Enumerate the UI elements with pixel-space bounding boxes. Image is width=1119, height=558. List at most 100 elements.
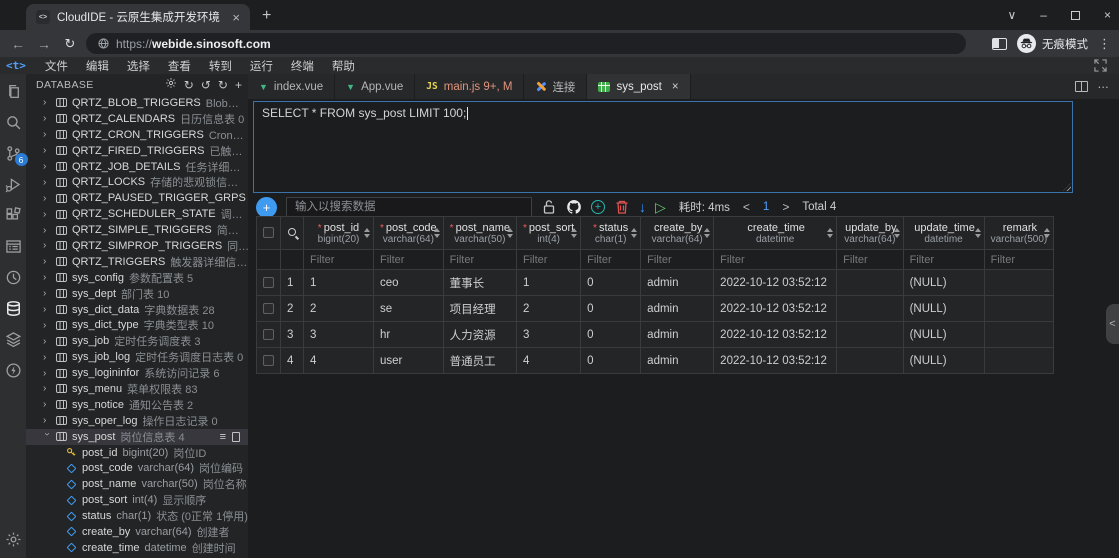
chevron-right-icon[interactable]: › [43,113,51,124]
table-tree-item-sys-post[interactable]: › sys_post 岗位信息表 4 ≡ [26,429,248,445]
column-header[interactable]: *post_sort int(4) [517,217,581,250]
cell-status[interactable]: 0 [581,296,641,322]
filter-cell[interactable]: Filter [304,250,374,270]
field-tree-item[interactable]: post_id bigint(20) 岗位ID [26,445,248,461]
column-header[interactable]: create_by varchar(64) [641,217,714,250]
cell-remark[interactable] [984,322,1054,348]
table-tree-item[interactable]: › sys_dept 部门表 10 [26,286,248,302]
column-header[interactable]: remark varchar(500) [984,217,1054,250]
maximize-icon[interactable] [1071,11,1080,20]
source-control-icon[interactable]: 6 [5,145,22,162]
column-header[interactable]: update_by varchar(64) [837,217,903,250]
row-number[interactable]: 1 [281,270,304,296]
table-tree-item[interactable]: › QRTZ_FIRED_TRIGGERS 已触发的触... [26,143,248,159]
cell-create-by[interactable]: admin [641,270,714,296]
db-add-icon[interactable]: + [235,78,242,92]
chevron-right-icon[interactable]: › [43,320,51,331]
table-tree-item[interactable]: › sys_notice 通知公告表 2 [26,397,248,413]
cell-create-time[interactable]: 2022-10-12 03:52:12 [714,348,837,374]
table-tree-item[interactable]: › QRTZ_TRIGGERS 触发器详细信息表 3 [26,254,248,270]
chevron-right-icon[interactable]: › [43,304,51,315]
menu-item[interactable]: 帮助 [323,58,364,74]
cell-post-sort[interactable]: 3 [517,322,581,348]
cell-create-time[interactable]: 2022-10-12 03:52:12 [714,270,837,296]
cell-post-id[interactable]: 4 [304,348,374,374]
menu-item[interactable]: 运行 [241,58,282,74]
site-info-icon[interactable] [98,38,109,49]
db-sync-icon[interactable]: ↻ [184,78,194,92]
cell-post-id[interactable]: 3 [304,322,374,348]
cell-update-time[interactable]: (NULL) [903,296,984,322]
editor-more-icon[interactable]: ⋯ [1098,80,1110,94]
table-tree-item[interactable]: › sys_dict_type 字典类型表 10 [26,317,248,333]
filter-cell[interactable]: Filter [837,250,903,270]
chevron-down-icon[interactable]: › [42,433,53,441]
table-tree-item[interactable]: › QRTZ_CALENDARS 日历信息表 0 [26,111,248,127]
table-tree-item[interactable]: › QRTZ_BLOB_TRIGGERS Blob类型的... [26,95,248,111]
cell-post-id[interactable]: 2 [304,296,374,322]
chevron-right-icon[interactable]: › [43,336,51,347]
table-tree-item[interactable]: › QRTZ_JOB_DETAILS 任务详细信息... [26,159,248,175]
cell-post-name[interactable]: 普通员工 [443,348,516,374]
incognito-badge[interactable]: 无痕模式 [1017,34,1088,53]
table-tree-item[interactable]: › QRTZ_CRON_TRIGGERS Cron类型... [26,127,248,143]
delete-row-icon[interactable] [614,199,630,215]
resize-grip[interactable] [1063,183,1071,191]
extensions-icon[interactable] [5,207,22,224]
column-header[interactable]: *post_name varchar(50) [443,217,516,250]
github-icon[interactable] [566,199,582,215]
table-row[interactable]: 3 3 hr 人力资源 3 0 admin 2022-10-12 03:52:1… [257,322,1054,348]
menu-item[interactable]: 转到 [200,58,241,74]
menu-item[interactable]: 选择 [118,58,159,74]
window-menu-icon[interactable]: ∨ [1008,8,1017,22]
sort-icon[interactable] [827,228,833,238]
db-refresh-icon[interactable]: ↻ [218,78,228,92]
menu-item[interactable]: 编辑 [77,58,118,74]
column-header[interactable]: *post_code varchar(64) [374,217,444,250]
filter-cell[interactable]: Filter [714,250,837,270]
table-ddl-icon[interactable]: ≡ [220,431,226,443]
column-header[interactable]: *status char(1) [581,217,641,250]
table-row[interactable]: 2 2 se 项目经理 2 0 admin 2022-10-12 03:52:1… [257,296,1054,322]
preview-panel-icon[interactable] [5,238,22,255]
close-icon[interactable]: × [1104,8,1111,22]
chevron-right-icon[interactable]: › [43,161,51,172]
filter-cell[interactable]: Filter [581,250,641,270]
table-tree-item[interactable]: › QRTZ_SIMPLE_TRIGGERS 简单触发... [26,222,248,238]
cell-create-time[interactable]: 2022-10-12 03:52:12 [714,296,837,322]
layers-icon[interactable] [5,331,22,348]
run-query-icon[interactable]: ▷ [655,199,666,216]
cell-update-time[interactable]: (NULL) [903,348,984,374]
sort-icon[interactable] [631,228,637,238]
sort-icon[interactable] [571,228,577,238]
row-checkbox[interactable] [263,303,274,314]
field-tree-item[interactable]: create_time datetime 创建时间 [26,540,248,556]
filter-cell[interactable]: Filter [641,250,714,270]
collapse-panel-handle[interactable]: < [1106,304,1119,344]
table-tree-item[interactable]: › sys_config 参数配置表 5 [26,270,248,286]
row-checkbox[interactable] [263,277,274,288]
chevron-right-icon[interactable]: › [43,352,51,363]
cell-update-by[interactable] [837,296,903,322]
cell-status[interactable]: 0 [581,322,641,348]
sort-icon[interactable] [434,228,440,238]
table-tree-item[interactable]: › QRTZ_SIMPROP_TRIGGERS 同步机... [26,238,248,254]
tab-app-vue[interactable]: ▼App.vue [335,74,415,99]
add-row-icon[interactable]: + [591,200,605,214]
sort-icon[interactable] [507,228,513,238]
export-download-icon[interactable]: ↓ [639,199,646,215]
tab-connection[interactable]: 连接 [524,74,587,99]
settings-gear-icon[interactable] [5,531,22,548]
chevron-right-icon[interactable]: › [43,209,51,220]
open-table-file-icon[interactable] [232,432,240,442]
cell-post-name[interactable]: 董事长 [443,270,516,296]
cell-update-time[interactable]: (NULL) [903,322,984,348]
sort-icon[interactable] [1044,228,1050,238]
row-number[interactable]: 3 [281,322,304,348]
table-tree-item[interactable]: › sys_logininfor 系统访问记录 6 [26,365,248,381]
move-button[interactable]: + [256,197,277,218]
timeline-icon[interactable] [5,269,22,286]
search-input[interactable] [286,197,532,217]
filter-cell[interactable]: Filter [517,250,581,270]
table-row[interactable]: 1 1 ceo 董事长 1 0 admin 2022-10-12 03:52:1… [257,270,1054,296]
